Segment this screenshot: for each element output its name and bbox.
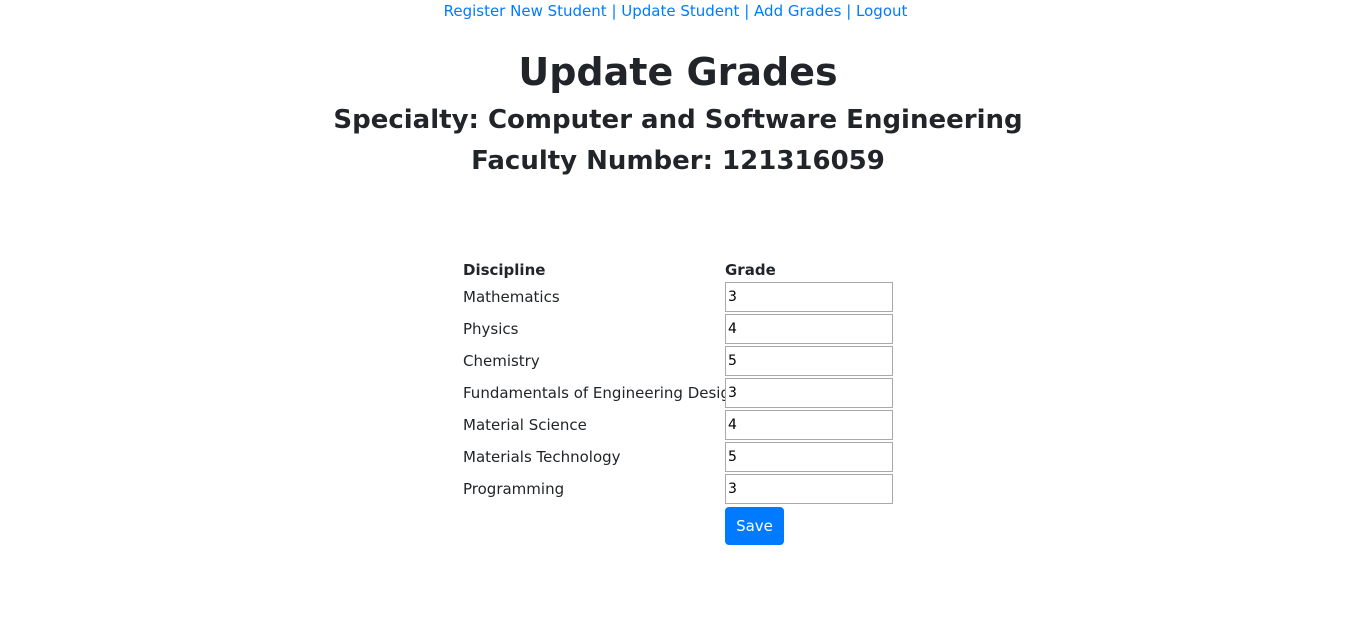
nav-separator: | — [744, 2, 750, 20]
table-row: Programming — [463, 473, 903, 505]
add-grades-link[interactable]: Add Grades — [754, 2, 841, 20]
grade-input-chemistry[interactable] — [725, 346, 893, 376]
discipline-label: Material Science — [463, 416, 587, 434]
top-navigation: Register New Student | Update Student | … — [0, 1, 1351, 21]
discipline-label: Materials Technology — [463, 448, 621, 466]
table-row: Material Science — [463, 409, 903, 441]
save-row: Save — [463, 507, 903, 545]
table-header-row: Discipline Grade — [463, 259, 903, 281]
nav-separator: | — [846, 2, 852, 20]
discipline-label: Fundamentals of Engineering Design — [463, 384, 740, 402]
nav-separator: | — [611, 2, 617, 20]
discipline-label: Physics — [463, 320, 519, 338]
register-new-student-link[interactable]: Register New Student — [444, 2, 607, 20]
grade-input-programming[interactable] — [725, 474, 893, 504]
discipline-column-header: Discipline — [463, 261, 546, 279]
grade-input-physics[interactable] — [725, 314, 893, 344]
grade-input-materials-technology[interactable] — [725, 442, 893, 472]
discipline-label: Chemistry — [463, 352, 540, 370]
table-row: Fundamentals of Engineering Design — [463, 377, 903, 409]
save-button[interactable]: Save — [725, 507, 784, 545]
grade-input-material-science[interactable] — [725, 410, 893, 440]
specialty-heading: Specialty: Computer and Software Enginee… — [333, 105, 1023, 135]
discipline-label: Programming — [463, 480, 565, 498]
table-row: Physics — [463, 313, 903, 345]
grade-input-engineering-design[interactable] — [725, 378, 893, 408]
discipline-label: Mathematics — [463, 288, 560, 306]
grades-form: Discipline Grade Mathematics Physics Che… — [463, 259, 903, 545]
logout-link[interactable]: Logout — [856, 2, 907, 20]
table-row: Materials Technology — [463, 441, 903, 473]
faculty-number-heading: Faculty Number: 121316059 — [471, 146, 885, 176]
table-row: Chemistry — [463, 345, 903, 377]
grade-column-header: Grade — [725, 261, 776, 279]
update-student-link[interactable]: Update Student — [621, 2, 739, 20]
table-row: Mathematics — [463, 281, 903, 313]
page-title: Update Grades — [518, 50, 838, 94]
grade-input-mathematics[interactable] — [725, 282, 893, 312]
